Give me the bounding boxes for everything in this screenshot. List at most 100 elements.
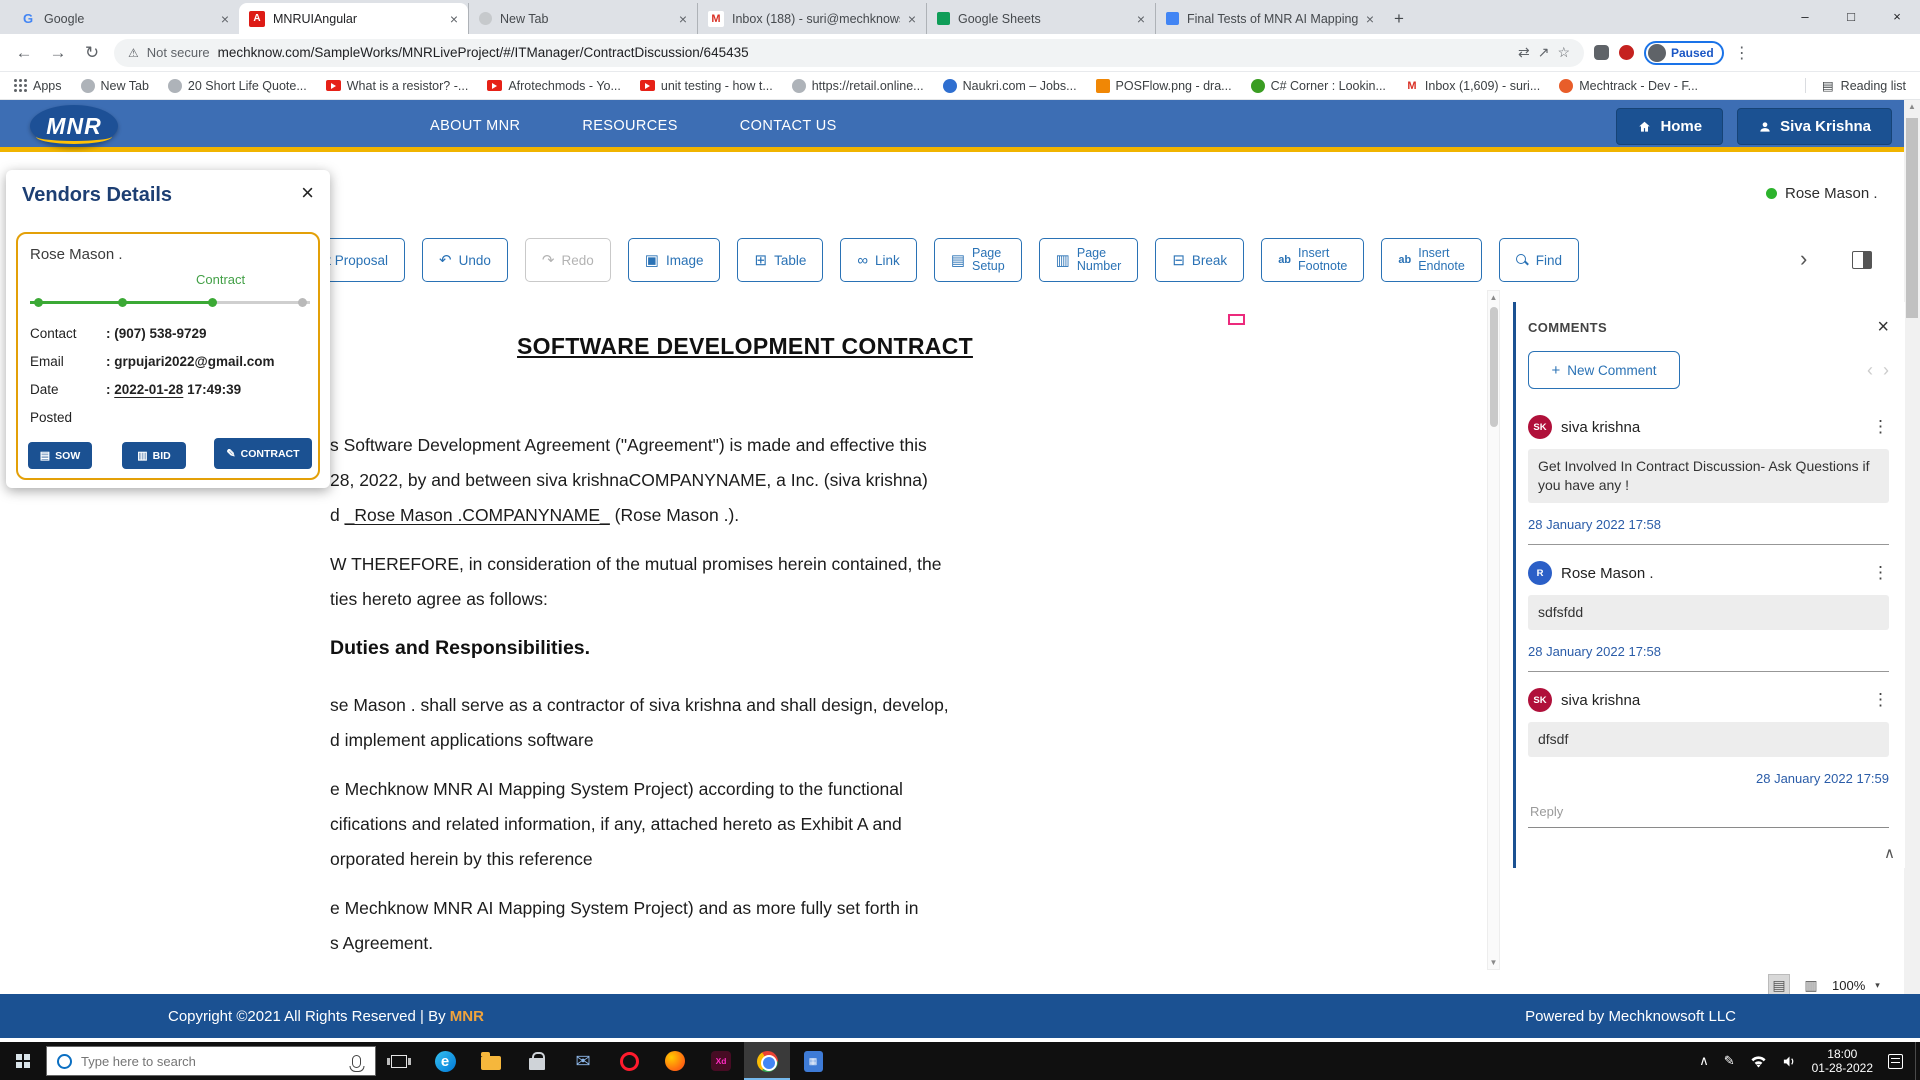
slider-dot[interactable] <box>118 298 127 307</box>
kebab-menu-icon[interactable]: ⋮ <box>1872 563 1889 583</box>
share-icon[interactable]: ↗ <box>1538 44 1550 61</box>
start-button[interactable] <box>0 1042 46 1080</box>
wifi-icon[interactable] <box>1750 1055 1767 1068</box>
document-scrollbar[interactable]: ▲ ▼ <box>1487 290 1500 970</box>
tab-google-sheets[interactable]: Google Sheets × <box>926 3 1155 34</box>
nav-about-mnr[interactable]: ABOUT MNR <box>430 118 520 134</box>
window-scrollbar[interactable]: ▲ ▼ <box>1904 100 1920 1038</box>
file-explorer-button[interactable] <box>468 1042 514 1080</box>
tab-final-tests[interactable]: Final Tests of MNR AI Mapping S × <box>1155 3 1384 34</box>
scrollbar-thumb[interactable] <box>1490 307 1498 427</box>
bookmark-csharp-corner[interactable]: C# Corner : Lookin... <box>1251 79 1386 93</box>
tab-close-icon[interactable]: × <box>221 11 229 27</box>
taskbar-search[interactable] <box>46 1046 376 1076</box>
zoom-caret-icon[interactable]: ▾ <box>1875 980 1880 991</box>
xd-button[interactable]: Xd <box>698 1042 744 1080</box>
forward-icon[interactable]: → <box>46 43 70 63</box>
maximize-button[interactable]: □ <box>1828 0 1874 33</box>
taskbar-search-input[interactable] <box>81 1054 343 1069</box>
comment-anchor-marker[interactable] <box>1228 314 1245 325</box>
slider-dot[interactable] <box>34 298 43 307</box>
profile-paused-badge[interactable]: Paused <box>1644 41 1724 65</box>
table-button[interactable]: ⊞Table <box>737 238 823 282</box>
volume-icon[interactable] <box>1782 1055 1797 1068</box>
tab-new-tab[interactable]: New Tab × <box>468 3 697 34</box>
close-button[interactable]: × <box>1874 0 1920 33</box>
tab-close-icon[interactable]: × <box>1366 11 1374 27</box>
new-tab-button[interactable]: + <box>1384 4 1414 34</box>
vendor-panel-close-icon[interactable]: × <box>301 180 314 206</box>
tab-close-icon[interactable]: × <box>679 11 687 27</box>
back-icon[interactable]: ← <box>12 43 36 63</box>
reload-icon[interactable]: ↻ <box>80 43 104 63</box>
security-label[interactable]: Not secure <box>147 45 210 60</box>
bookmark-apps[interactable]: Apps <box>14 79 62 93</box>
bookmark-resistor[interactable]: What is a resistor? -... <box>326 79 469 93</box>
collapse-chevron-icon[interactable]: ∧ <box>1884 844 1895 862</box>
edge-button[interactable]: e <box>422 1042 468 1080</box>
slider-dot[interactable] <box>298 298 307 307</box>
tab-inbox[interactable]: M Inbox (188) - suri@mechknowso × <box>697 3 926 34</box>
prev-page-icon[interactable]: ‹ <box>1867 360 1873 381</box>
tab-close-icon[interactable]: × <box>1137 11 1145 27</box>
bookmark-new-tab[interactable]: New Tab <box>81 79 149 93</box>
break-button[interactable]: ⊟Break <box>1155 238 1244 282</box>
url-omnibox[interactable]: ⚠ Not secure mechknow.com/SampleWorks/MN… <box>114 39 1584 67</box>
reply-input[interactable] <box>1528 800 1889 828</box>
document-body-text[interactable]: s Software Development Agreement ("Agree… <box>330 428 1333 961</box>
bookmark-inbox[interactable]: MInbox (1,609) - suri... <box>1405 79 1540 93</box>
pen-icon[interactable]: ✎ <box>1724 1053 1735 1069</box>
opera-button[interactable] <box>606 1042 652 1080</box>
reading-list-button[interactable]: ▤Reading list <box>1805 78 1906 93</box>
chrome-button[interactable] <box>744 1042 790 1080</box>
scroll-up-icon[interactable]: ▲ <box>1904 102 1920 111</box>
bookmark-afrotechmods[interactable]: Afrotechmods - Yo... <box>487 79 621 93</box>
zoom-level[interactable]: 100% <box>1832 978 1865 993</box>
tab-close-icon[interactable]: × <box>908 11 916 27</box>
comments-close-icon[interactable]: × <box>1877 316 1889 339</box>
bookmark-unit-testing[interactable]: unit testing - how t... <box>640 79 773 93</box>
bookmark-naukri[interactable]: Naukri.com – Jobs... <box>943 79 1077 93</box>
page-number-button[interactable]: ▥PageNumber <box>1039 238 1139 282</box>
mail-button[interactable]: ✉ <box>560 1042 606 1080</box>
nav-resources[interactable]: RESOURCES <box>582 118 677 134</box>
image-button[interactable]: ▣Image <box>628 238 721 282</box>
tab-close-icon[interactable]: × <box>450 11 458 27</box>
extension-red-icon[interactable] <box>1619 45 1634 60</box>
slider-dot[interactable] <box>208 298 217 307</box>
sow-button[interactable]: ▤SOW <box>28 442 92 469</box>
mnr-logo[interactable]: MNR <box>30 105 118 147</box>
bookmark-star-icon[interactable]: ☆ <box>1557 44 1570 61</box>
firefox-button[interactable] <box>652 1042 698 1080</box>
toolbar-overflow-chevron-icon[interactable]: › <box>1800 246 1807 272</box>
scrollbar-thumb[interactable] <box>1906 118 1918 318</box>
translate-icon[interactable]: ⇄ <box>1518 44 1530 61</box>
task-view-button[interactable] <box>376 1042 422 1080</box>
nav-contact-us[interactable]: CONTACT US <box>740 118 837 134</box>
vendor-stage-slider[interactable] <box>30 298 310 307</box>
home-button[interactable]: Home <box>1616 108 1723 145</box>
tab-google[interactable]: G Google × <box>10 3 239 34</box>
bookmark-posflow[interactable]: POSFlow.png - dra... <box>1096 79 1232 93</box>
notification-center-icon[interactable] <box>1888 1054 1903 1069</box>
tray-expand-icon[interactable]: ∧ <box>1699 1053 1709 1069</box>
scroll-down-icon[interactable]: ▼ <box>1488 958 1499 967</box>
user-button[interactable]: Siva Krishna <box>1737 108 1892 145</box>
new-comment-button[interactable]: + New Comment <box>1528 351 1680 389</box>
calculator-button[interactable]: ▦ <box>790 1042 836 1080</box>
footer-brand[interactable]: MNR <box>450 1008 484 1025</box>
fit-page-icon[interactable]: ▥ <box>1800 974 1822 996</box>
tab-mnruiangular[interactable]: A MNRUIAngular × <box>239 3 468 34</box>
redo-button[interactable]: ↷Redo <box>525 238 611 282</box>
bookmark-mechtrack[interactable]: Mechtrack - Dev - F... <box>1559 79 1698 93</box>
minimize-button[interactable]: – <box>1782 0 1828 33</box>
side-panel-toggle-icon[interactable] <box>1852 251 1872 269</box>
microphone-icon[interactable] <box>352 1055 361 1068</box>
bookmark-retail-online[interactable]: https://retail.online... <box>792 79 924 93</box>
bookmark-quotes[interactable]: 20 Short Life Quote... <box>168 79 307 93</box>
show-desktop-button[interactable] <box>1915 1042 1920 1080</box>
bid-button[interactable]: ▥BID <box>122 442 186 469</box>
taskbar-clock[interactable]: 18:00 01-28-2022 <box>1812 1047 1873 1075</box>
kebab-menu-icon[interactable]: ⋮ <box>1872 417 1889 437</box>
extension-icon[interactable] <box>1594 45 1609 60</box>
